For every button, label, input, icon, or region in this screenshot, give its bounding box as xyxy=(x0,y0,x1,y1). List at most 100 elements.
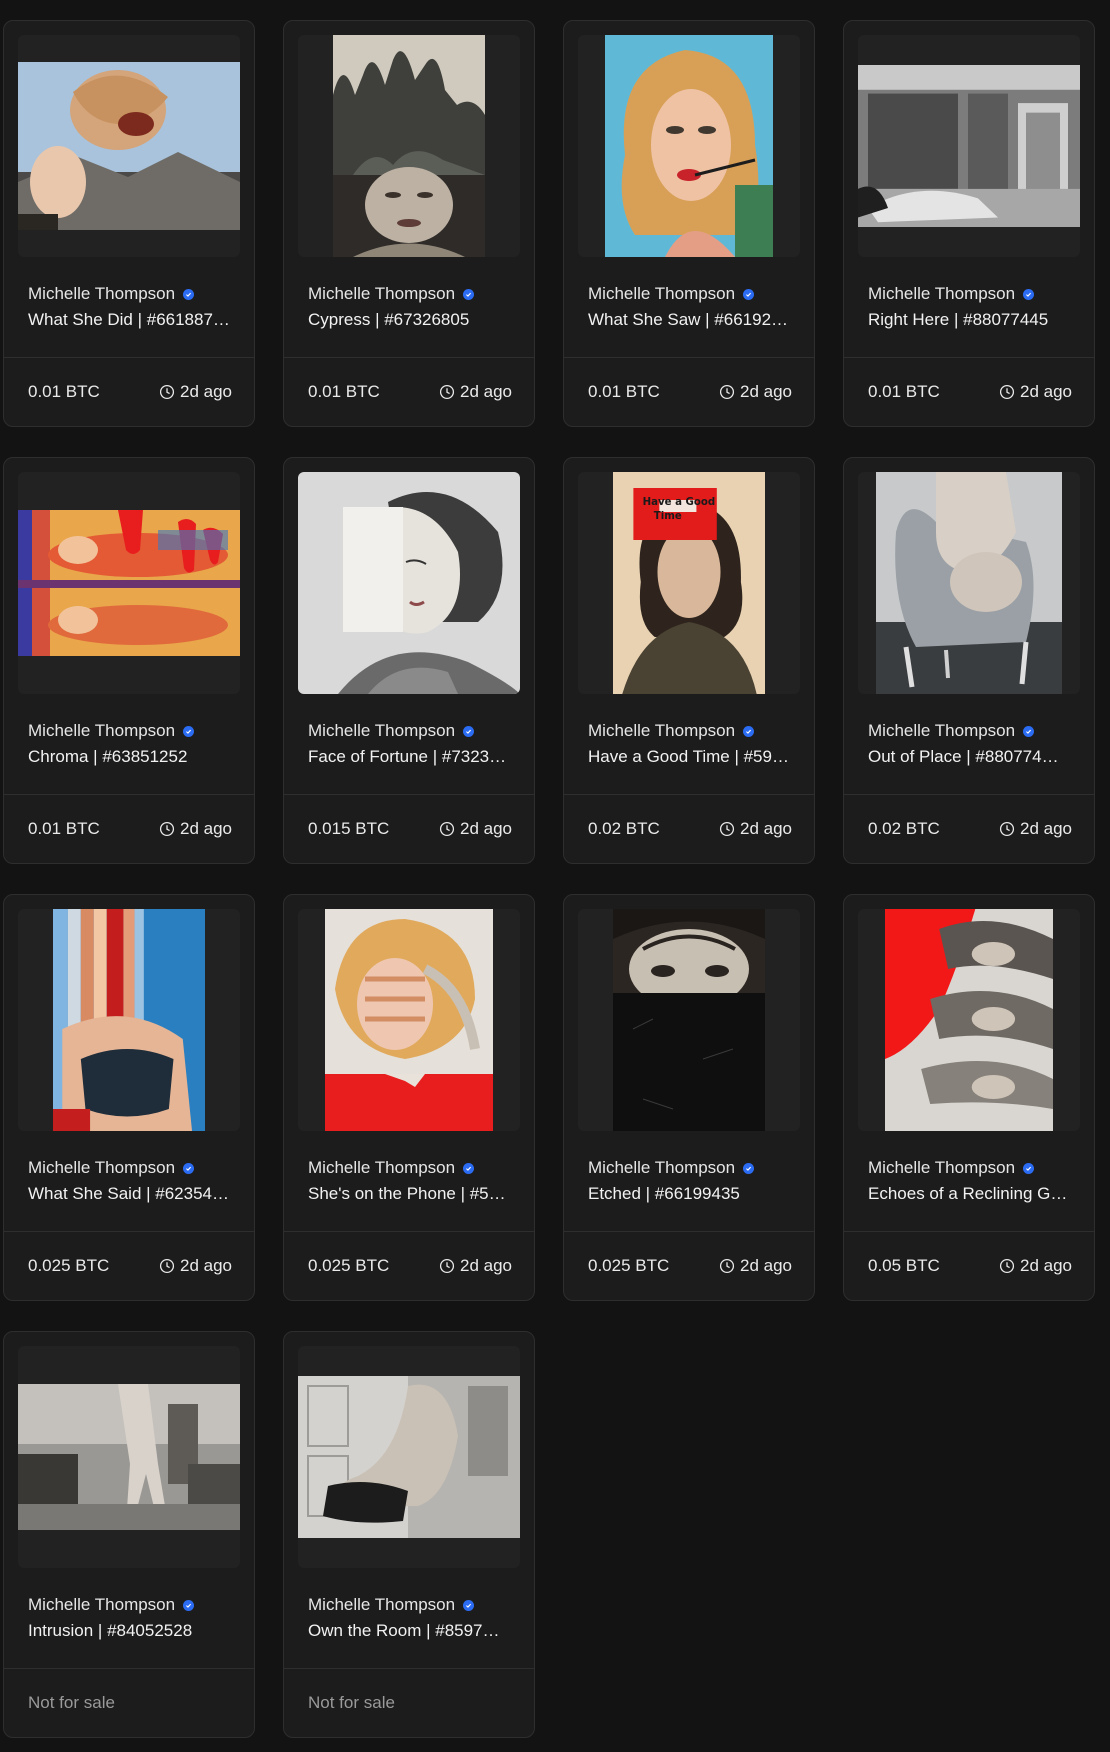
creator-name[interactable]: Michelle Thompson xyxy=(28,1595,230,1615)
artwork-grid: Michelle Thompson What She Did | #661887… xyxy=(0,0,1110,1752)
artwork-card-shes-on-the-phone[interactable]: Michelle Thompson She's on the Phone | #… xyxy=(283,894,535,1301)
card-footer: 0.025 BTC 2d ago xyxy=(284,1232,534,1300)
artwork-info: Michelle Thompson Face of Fortune | #732… xyxy=(284,694,534,794)
creator-name[interactable]: Michelle Thompson xyxy=(588,284,790,304)
verified-badge-icon xyxy=(183,1162,195,1174)
verified-badge-icon xyxy=(463,725,475,737)
art-text-line-2: Time xyxy=(654,510,682,522)
price-label: 0.01 BTC xyxy=(28,819,100,838)
card-footer: Not for sale xyxy=(4,1669,254,1737)
creator-name[interactable]: Michelle Thompson xyxy=(868,1158,1070,1178)
artwork-image-out-of-place xyxy=(876,472,1062,694)
artwork-title[interactable]: Face of Fortune | #7323… xyxy=(308,747,510,767)
card-footer: 0.02 BTC 2d ago xyxy=(564,795,814,863)
artwork-card-what-she-saw[interactable]: Michelle Thompson What She Saw | #66192…… xyxy=(563,20,815,427)
listed-time: 2d ago xyxy=(159,819,232,839)
verified-badge-icon xyxy=(463,1599,475,1611)
artwork-title[interactable]: What She Did | #661887… xyxy=(28,310,230,330)
creator-name[interactable]: Michelle Thompson xyxy=(308,1595,510,1615)
artwork-title[interactable]: Chroma | #63851252 xyxy=(28,747,230,767)
listed-time: 2d ago xyxy=(159,1256,232,1276)
artwork-card-what-she-did[interactable]: Michelle Thompson What She Did | #661887… xyxy=(3,20,255,427)
artwork-image-frame xyxy=(858,472,1080,694)
artwork-info: Michelle Thompson Echoes of a Reclining … xyxy=(844,1131,1094,1231)
creator-name[interactable]: Michelle Thompson xyxy=(28,721,230,741)
creator-name[interactable]: Michelle Thompson xyxy=(28,1158,230,1178)
artwork-image-frame xyxy=(858,909,1080,1131)
artwork-title[interactable]: She's on the Phone | #5… xyxy=(308,1184,510,1204)
artwork-title[interactable]: Echoes of a Reclining Gi… xyxy=(868,1184,1070,1204)
artwork-card-what-she-said[interactable]: Michelle Thompson What She Said | #62354… xyxy=(3,894,255,1301)
artwork-card-own-the-room[interactable]: Michelle Thompson Own the Room | #8597… … xyxy=(283,1331,535,1738)
artwork-title[interactable]: Out of Place | #880774… xyxy=(868,747,1070,767)
artwork-title[interactable]: Have a Good Time | #59… xyxy=(588,747,790,767)
artwork-card-face-of-fortune[interactable]: Michelle Thompson Face of Fortune | #732… xyxy=(283,457,535,864)
artwork-card-right-here[interactable]: Michelle Thompson Right Here | #88077445… xyxy=(843,20,1095,427)
clock-icon xyxy=(159,821,175,837)
card-footer: Not for sale xyxy=(284,1669,534,1737)
artwork-title[interactable]: Intrusion | #84052528 xyxy=(28,1621,230,1641)
artwork-title[interactable]: Right Here | #88077445 xyxy=(868,310,1070,330)
artwork-image-frame xyxy=(578,909,800,1131)
creator-name[interactable]: Michelle Thompson xyxy=(588,721,790,741)
artwork-image-what-she-said xyxy=(53,909,205,1131)
card-footer: 0.05 BTC 2d ago xyxy=(844,1232,1094,1300)
price-label: Not for sale xyxy=(28,1693,115,1712)
artwork-info: Michelle Thompson What She Saw | #66192… xyxy=(564,257,814,357)
price-label: Not for sale xyxy=(308,1693,395,1712)
price-label: 0.025 BTC xyxy=(308,1256,390,1275)
creator-name[interactable]: Michelle Thompson xyxy=(868,721,1070,741)
verified-badge-icon xyxy=(183,288,195,300)
verified-badge-icon xyxy=(463,1162,475,1174)
verified-badge-icon xyxy=(183,1599,195,1611)
listed-time: 2d ago xyxy=(439,382,512,402)
artwork-image-what-she-did xyxy=(18,62,240,230)
clock-icon xyxy=(439,384,455,400)
artwork-info: Michelle Thompson What She Said | #62354… xyxy=(4,1131,254,1231)
artwork-card-have-a-good-time[interactable]: Have a Good Time Michelle Thompson Have … xyxy=(563,457,815,864)
artwork-title[interactable]: Etched | #66199435 xyxy=(588,1184,790,1204)
creator-name[interactable]: Michelle Thompson xyxy=(308,1158,510,1178)
artwork-image-etched xyxy=(613,909,765,1131)
verified-badge-icon xyxy=(743,725,755,737)
creator-name[interactable]: Michelle Thompson xyxy=(868,284,1070,304)
card-footer: 0.015 BTC 2d ago xyxy=(284,795,534,863)
creator-name[interactable]: Michelle Thompson xyxy=(308,721,510,741)
artwork-image-frame xyxy=(578,35,800,257)
artwork-card-etched[interactable]: Michelle Thompson Etched | #66199435 0.0… xyxy=(563,894,815,1301)
artwork-info: Michelle Thompson Cypress | #67326805 xyxy=(284,257,534,357)
listed-time: 2d ago xyxy=(439,819,512,839)
artwork-card-echoes-of-a-reclining[interactable]: Michelle Thompson Echoes of a Reclining … xyxy=(843,894,1095,1301)
card-footer: 0.025 BTC 2d ago xyxy=(564,1232,814,1300)
artwork-card-chroma[interactable]: Michelle Thompson Chroma | #63851252 0.0… xyxy=(3,457,255,864)
creator-name[interactable]: Michelle Thompson xyxy=(588,1158,790,1178)
price-label: 0.02 BTC xyxy=(868,819,940,838)
artwork-image-frame: Have a Good Time xyxy=(578,472,800,694)
artwork-title[interactable]: Cypress | #67326805 xyxy=(308,310,510,330)
creator-name[interactable]: Michelle Thompson xyxy=(308,284,510,304)
clock-icon xyxy=(439,821,455,837)
artwork-image-frame xyxy=(18,472,240,694)
clock-icon xyxy=(719,384,735,400)
card-footer: 0.01 BTC 2d ago xyxy=(564,358,814,426)
artwork-info: Michelle Thompson Have a Good Time | #59… xyxy=(564,694,814,794)
artwork-image-frame xyxy=(18,909,240,1131)
price-label: 0.01 BTC xyxy=(28,382,100,401)
clock-icon xyxy=(159,384,175,400)
price-label: 0.01 BTC xyxy=(308,382,380,401)
clock-icon xyxy=(719,821,735,837)
artwork-title[interactable]: Own the Room | #8597… xyxy=(308,1621,510,1641)
card-footer: 0.01 BTC 2d ago xyxy=(4,795,254,863)
artwork-card-cypress[interactable]: Michelle Thompson Cypress | #67326805 0.… xyxy=(283,20,535,427)
clock-icon xyxy=(999,1258,1015,1274)
artwork-image-cypress xyxy=(333,35,485,257)
artwork-title[interactable]: What She Saw | #66192… xyxy=(588,310,790,330)
artwork-card-intrusion[interactable]: Michelle Thompson Intrusion | #84052528 … xyxy=(3,1331,255,1738)
listed-time: 2d ago xyxy=(999,382,1072,402)
price-label: 0.015 BTC xyxy=(308,819,390,838)
artwork-card-out-of-place[interactable]: Michelle Thompson Out of Place | #880774… xyxy=(843,457,1095,864)
artwork-image-frame xyxy=(858,35,1080,257)
artwork-image-frame xyxy=(298,909,520,1131)
creator-name[interactable]: Michelle Thompson xyxy=(28,284,230,304)
artwork-title[interactable]: What She Said | #62354… xyxy=(28,1184,230,1204)
